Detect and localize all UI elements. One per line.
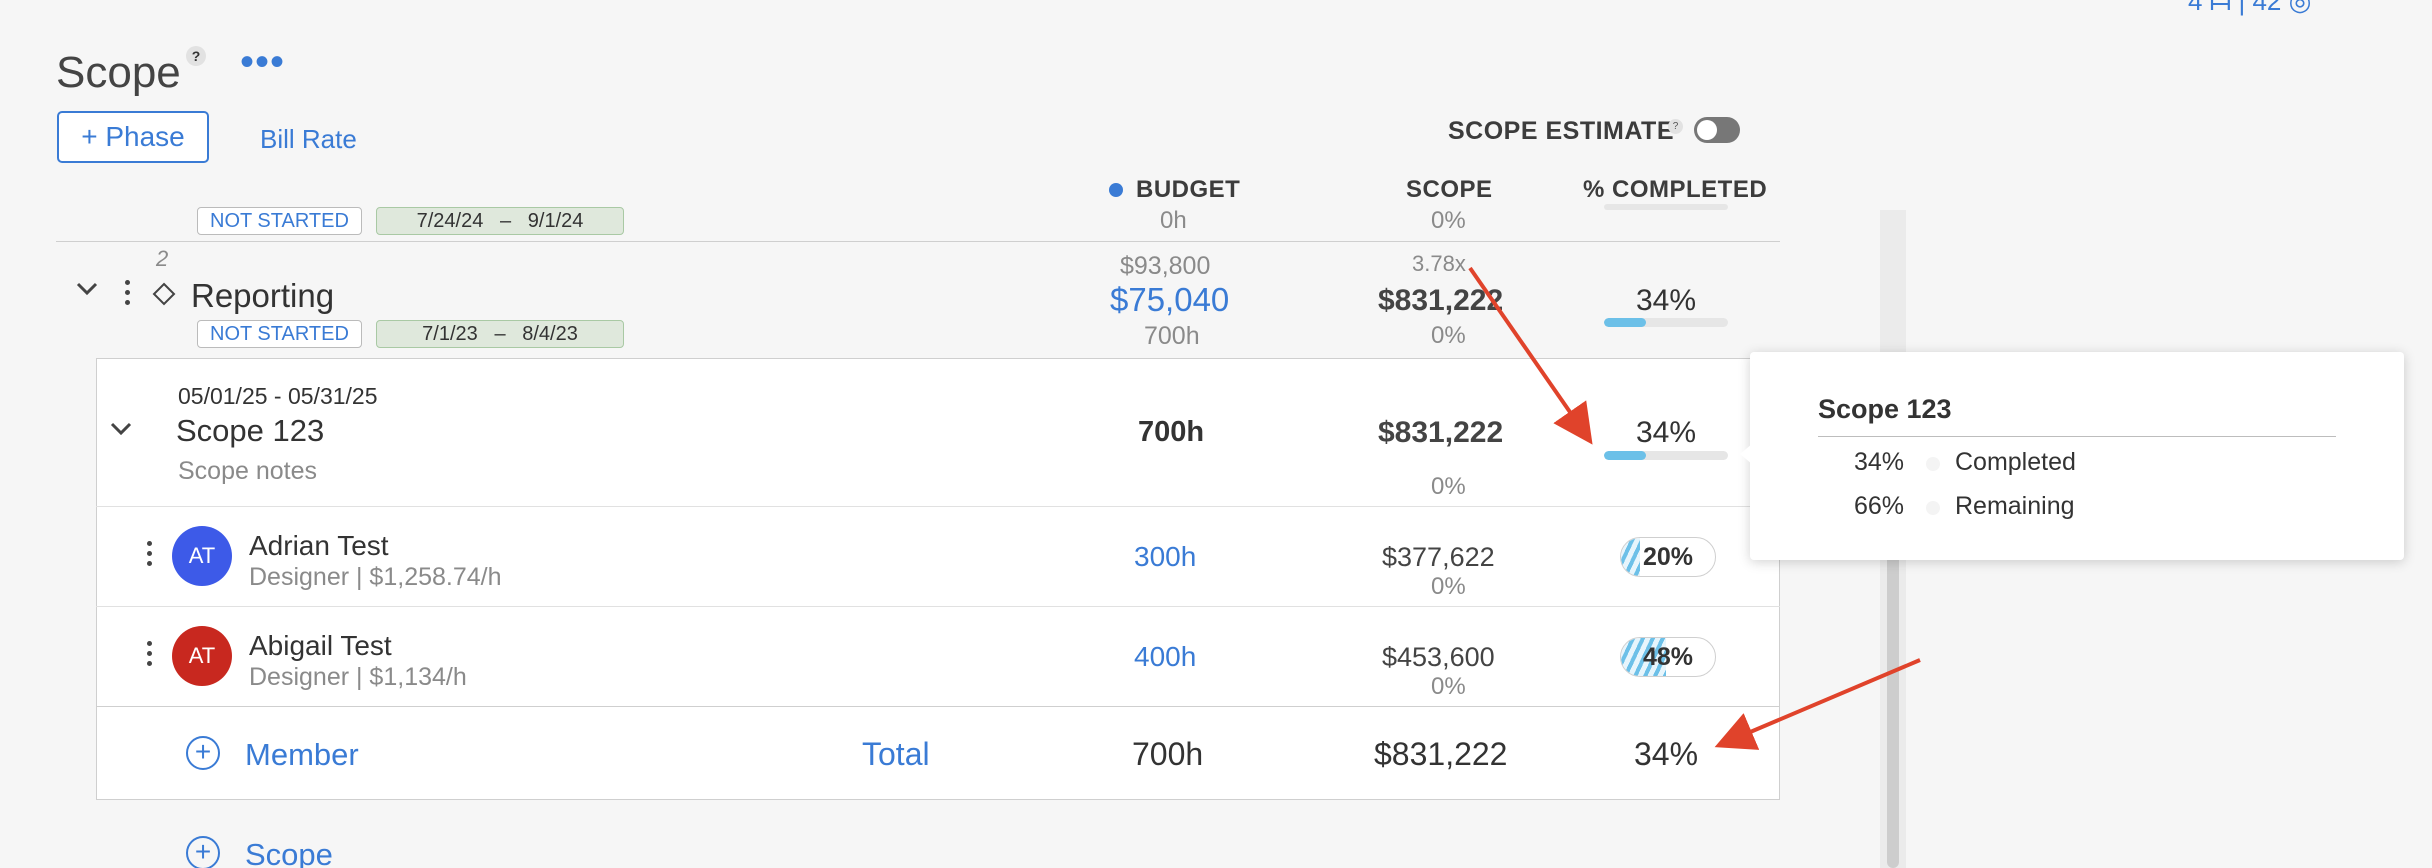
annotation-arrow [1468, 266, 1593, 445]
annotation-arrows [1468, 266, 1921, 750]
annotation-arrow [1714, 658, 1921, 750]
